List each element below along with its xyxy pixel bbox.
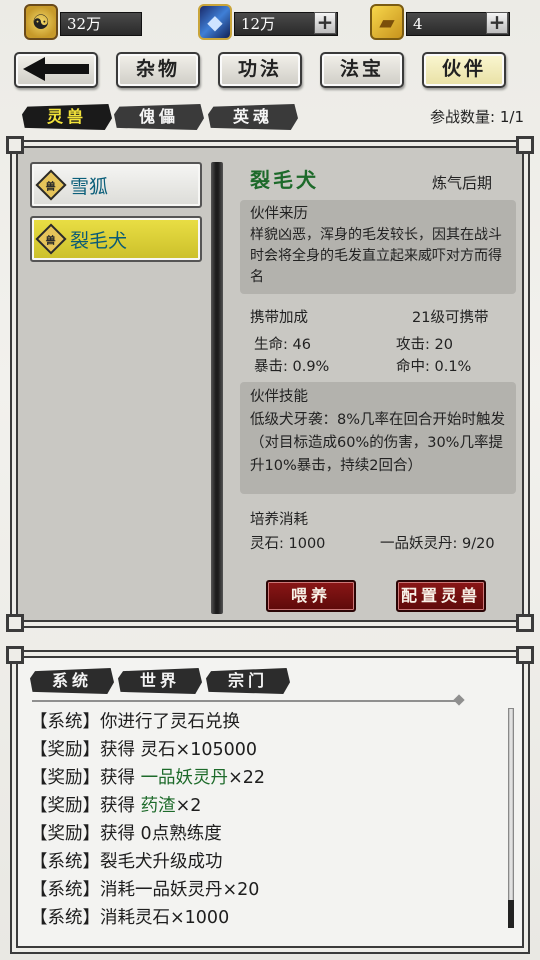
list-scrollbar[interactable] (211, 162, 223, 614)
log-line: 【系统】消耗一品妖灵丹×20 (30, 880, 260, 900)
stat-attack: 攻击: 20 (396, 337, 453, 353)
cost-title: 培养消耗 (250, 512, 308, 528)
back-arrow-icon (23, 57, 89, 81)
bonus-requirement: 21级可携带 (412, 310, 489, 326)
skill-title: 伙伴技能 (250, 389, 308, 405)
blue-crystal-icon: ◆ (198, 4, 232, 40)
log-line: 【奖励】获得 一品妖灵丹×22 (30, 768, 265, 788)
log-line: 【系统】消耗灵石×1000 (30, 908, 230, 928)
add-gold-button[interactable]: + (486, 12, 508, 34)
detail-pet-realm: 炼气后期 (431, 174, 492, 192)
panel-corner (6, 646, 24, 664)
stat-hp: 生命: 46 (254, 337, 311, 353)
log-tab-system[interactable]: 系统 (30, 668, 114, 694)
cost-demon-pill: 一品妖灵丹: 9/20 (380, 536, 495, 552)
add-crystal-button[interactable]: + (314, 12, 336, 34)
log-list: 【系统】你进行了灵石兑换 【奖励】获得 灵石×105000 【奖励】获得 一品妖… (30, 708, 500, 932)
panel-corner (516, 136, 534, 154)
panel-corner (6, 136, 24, 154)
pet-item-shaggy-dog[interactable]: 兽 裂毛犬 (30, 216, 202, 262)
subtab-hero-soul[interactable]: 英魂 (208, 104, 298, 130)
battle-count-label: 参战数量: 1/1 (430, 108, 524, 126)
log-line: 【奖励】获得 药渣×2 (30, 796, 202, 816)
pet-name-label: 裂毛犬 (70, 229, 128, 252)
log-tab-world[interactable]: 世界 (118, 668, 202, 694)
stat-crit: 暴击: 0.9% (254, 359, 330, 375)
panel-corner (516, 646, 534, 664)
skill-box: 伙伴技能 低级犬牙袭：8%几率在回合开始时触发（对目标造成60%的伤害，30%几… (240, 382, 516, 494)
spirit-coin-amount: 32万 (60, 12, 142, 36)
log-line: 【奖励】获得 灵石×105000 (30, 740, 258, 760)
configure-beast-button[interactable]: 配置灵兽 (396, 580, 486, 612)
log-divider (32, 700, 458, 702)
pet-name-label: 雪狐 (70, 175, 109, 198)
tab-misc[interactable]: 杂物 (116, 52, 200, 88)
tab-treasures[interactable]: 法宝 (320, 52, 404, 88)
origin-title: 伙伴来历 (250, 206, 308, 222)
tab-techniques[interactable]: 功法 (218, 52, 302, 88)
cost-spirit-stone: 灵石: 1000 (250, 536, 326, 552)
subtab-spirit-beast[interactable]: 灵兽 (22, 104, 112, 130)
log-line: 【系统】裂毛犬升级成功 (30, 852, 223, 872)
log-tab-sect[interactable]: 宗门 (206, 668, 290, 694)
item-link[interactable]: 一品妖灵丹 (141, 768, 229, 788)
back-button[interactable] (14, 52, 98, 88)
log-line: 【奖励】获得 0点熟练度 (30, 824, 222, 844)
log-line: 【系统】你进行了灵石兑换 (30, 712, 240, 732)
origin-box: 伙伴来历 样貌凶恶，浑身的毛发较长，因其在战斗时会将全身的毛发直立起来威吓对方而… (240, 200, 516, 294)
item-link[interactable]: 药渣 (141, 796, 176, 816)
tab-companions[interactable]: 伙伴 (422, 52, 506, 88)
beast-badge-icon: 兽 (35, 223, 67, 255)
gold-ingot-icon: ▰ (370, 4, 404, 40)
log-scrollbar[interactable] (508, 708, 514, 928)
panel-corner (6, 614, 24, 632)
beast-badge-icon: 兽 (35, 169, 67, 201)
detail-pet-name: 裂毛犬 (250, 168, 319, 192)
skill-text: 低级犬牙袭：8%几率在回合开始时触发（对目标造成60%的伤害，30%几率提升10… (250, 412, 506, 474)
stat-hit: 命中: 0.1% (396, 359, 472, 375)
bagua-coin-icon: ☯ (24, 4, 58, 40)
origin-text: 样貌凶恶，浑身的毛发较长，因其在战斗时会将全身的毛发直立起来威吓对方而得名 (250, 227, 502, 285)
log-scroll-thumb[interactable] (508, 900, 514, 928)
pet-item-snow-fox[interactable]: 兽 雪狐 (30, 162, 202, 208)
panel-corner (516, 614, 534, 632)
subtab-puppet[interactable]: 傀儡 (114, 104, 204, 130)
feed-button[interactable]: 喂养 (266, 580, 356, 612)
bonus-title: 携带加成 (250, 310, 308, 326)
